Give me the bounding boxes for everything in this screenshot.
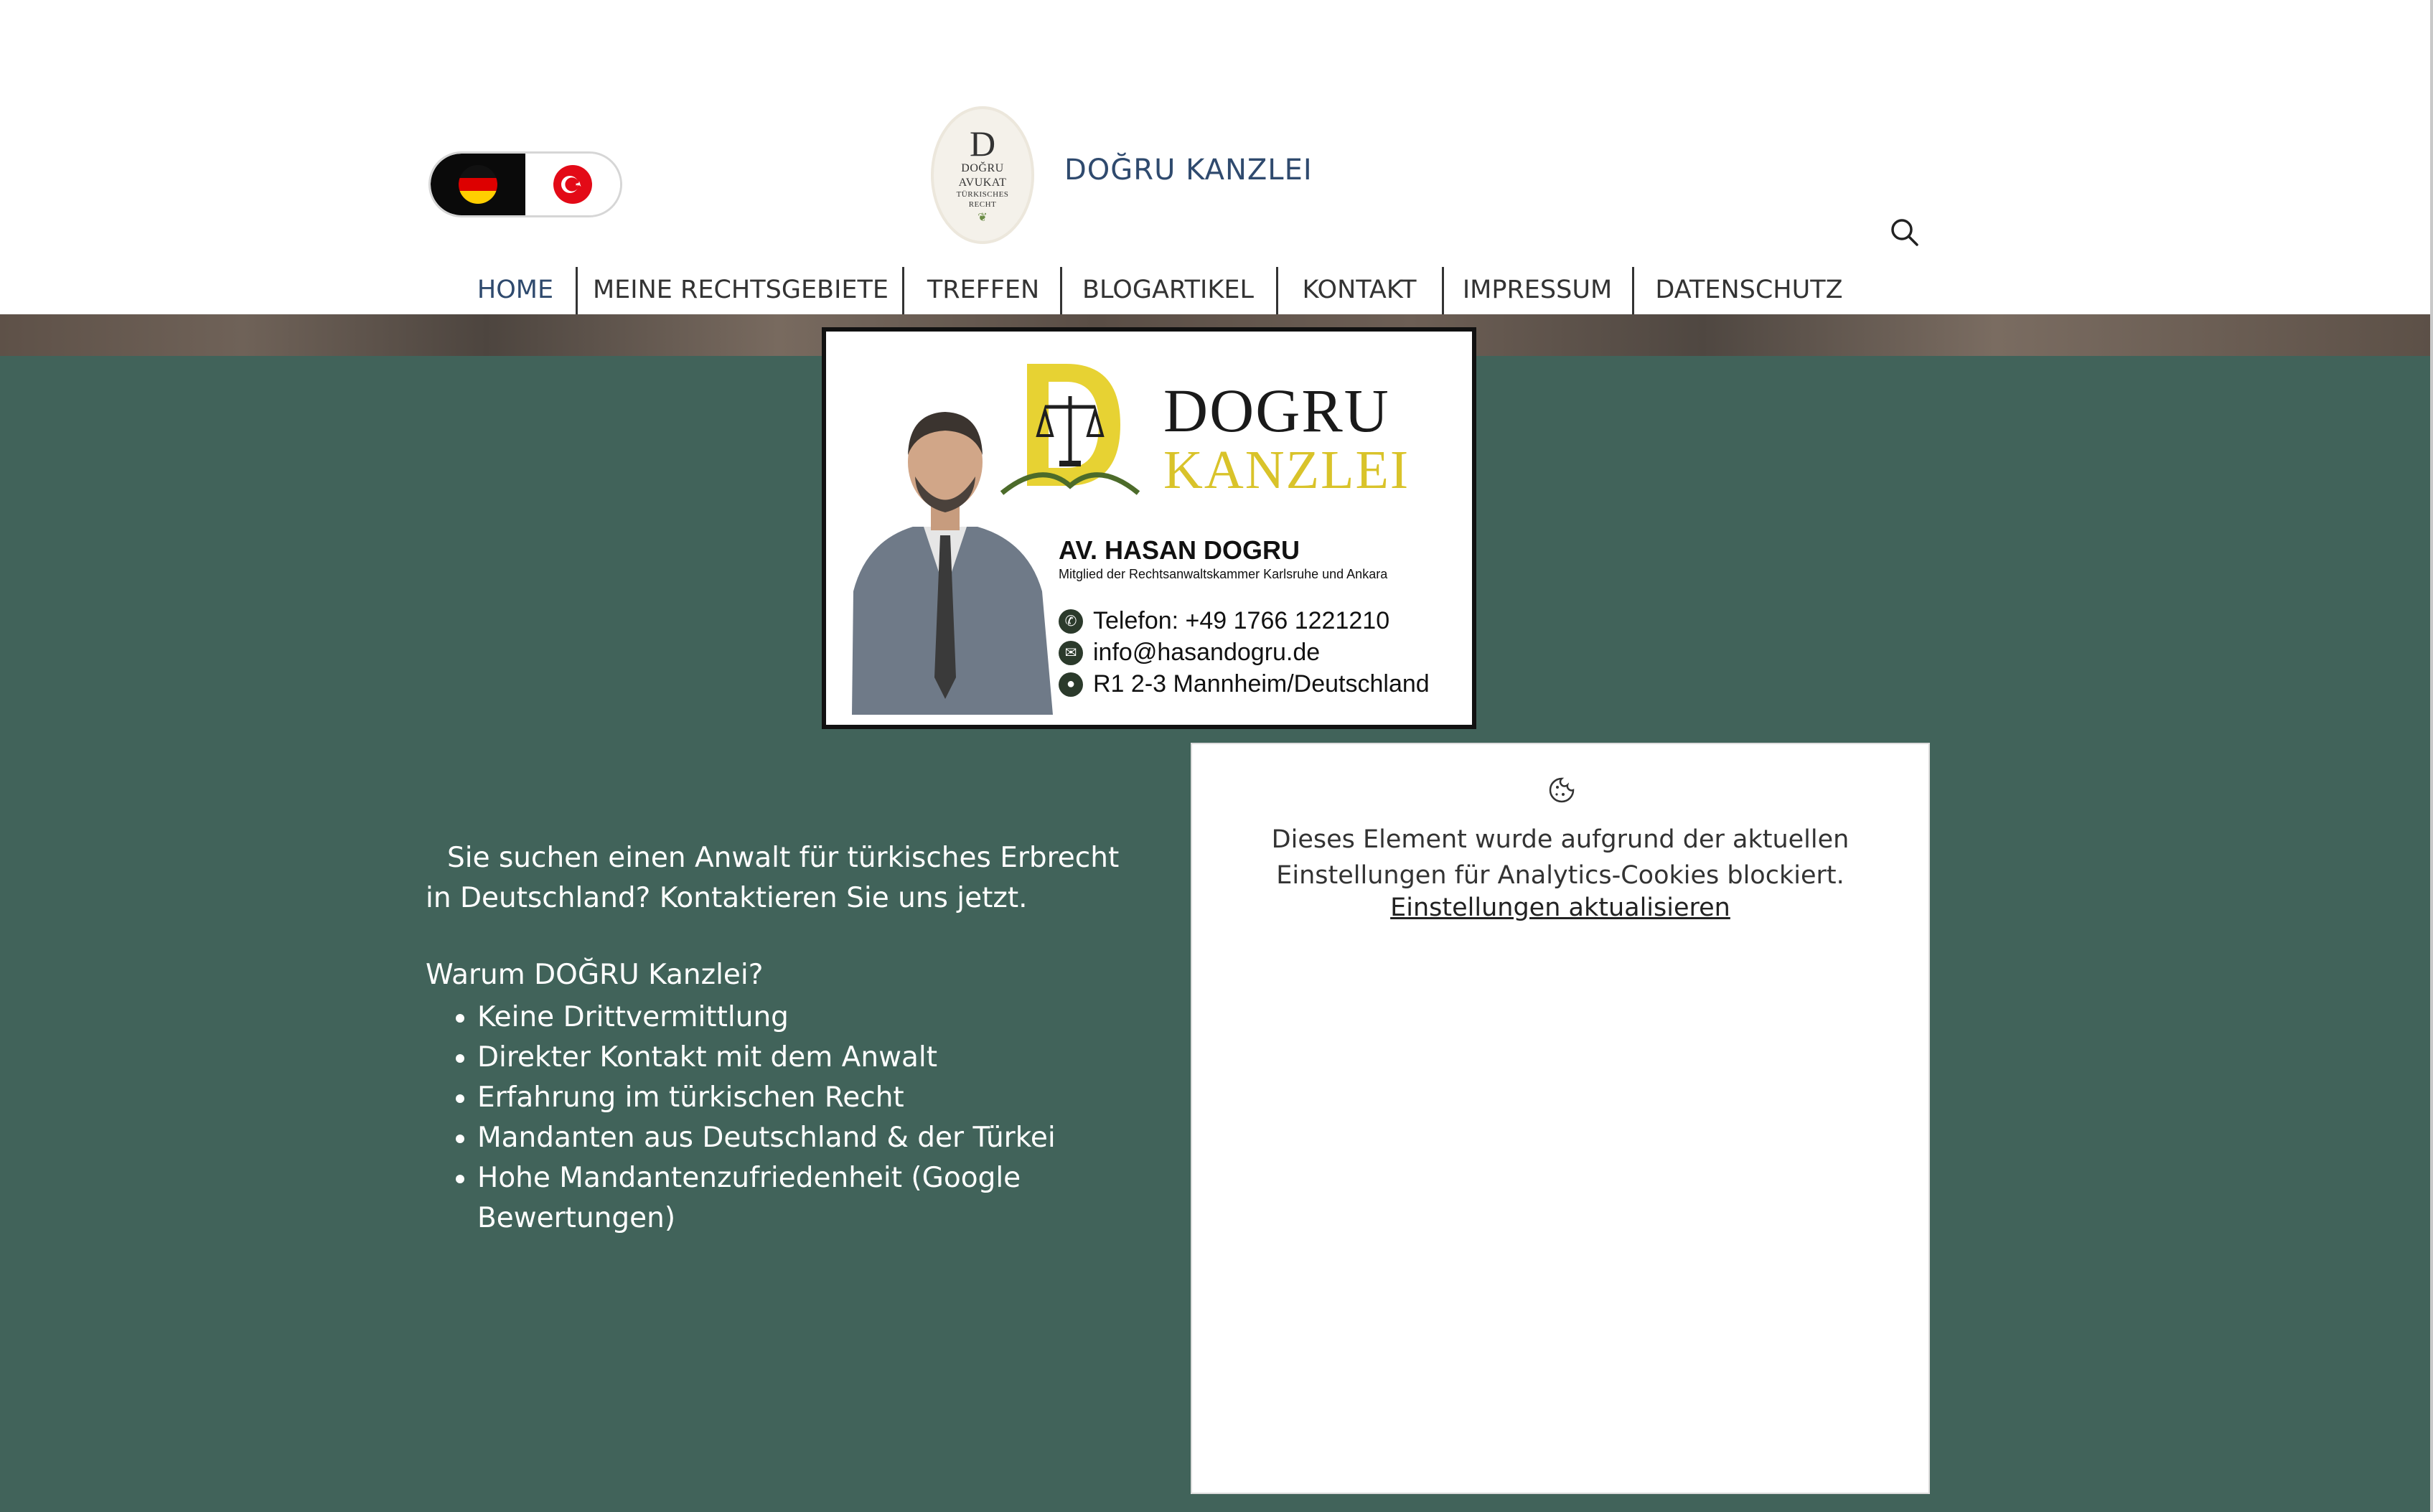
nav-divider — [1632, 267, 1634, 314]
card-lawyer-name: AV. HASAN DOGRU — [1059, 535, 1300, 565]
logo-line-4: RECHT — [968, 200, 997, 209]
nav-item-impressum[interactable]: IMPRESSUM — [1455, 266, 1620, 314]
nav-divider — [1442, 267, 1444, 314]
search-button[interactable] — [1888, 215, 1922, 250]
nav-item-rechtsgebiete[interactable]: MEINE RECHTSGEBIETE — [589, 266, 893, 314]
page-scrollbar[interactable] — [2430, 0, 2433, 1512]
intro-text-block: Sie suchen einen Anwalt für türkisches E… — [426, 838, 1129, 919]
nav-item-datenschutz[interactable]: DATENSCHUTZ — [1645, 266, 1853, 314]
nav-divider — [902, 267, 904, 314]
benefit-item: Mandanten aus Deutschland & der Türkei — [477, 1118, 1129, 1158]
blocked-embed-panel: Dieses Element wurde aufgrund der aktuel… — [1191, 743, 1930, 1494]
nav-item-home[interactable]: HOME — [468, 266, 563, 314]
site-logo[interactable]: D DOĞRU AVUKAT TÜRKISCHES RECHT ❦ — [931, 106, 1034, 244]
why-heading: Warum DOĞRU Kanzlei? — [426, 959, 764, 991]
language-switcher — [428, 151, 622, 217]
logo-letter: D — [969, 123, 996, 164]
business-card-image: DOGRU KANZLEI AV. HASAN DOGRU Mitglied d… — [822, 327, 1476, 729]
logo-line-1: DOĞRU — [961, 162, 1004, 175]
benefit-item: Hohe Mandantenzufriedenheit (Google Bewe… — [477, 1158, 1129, 1239]
scales-of-justice-icon — [1000, 364, 1140, 495]
card-brand-line2: KANZLEI — [1163, 440, 1410, 500]
card-email: ✉ info@hasandogru.de — [1059, 639, 1320, 667]
nav-divider — [1060, 267, 1062, 314]
site-title[interactable]: DOĞRU KANZLEI — [1064, 154, 1313, 187]
nav-item-blogartikel[interactable]: BLOGARTIKEL — [1073, 266, 1263, 314]
blocked-message-line1: Dieses Element wurde aufgrund der aktuel… — [1271, 825, 1850, 854]
flag-germany-icon — [459, 165, 497, 204]
card-subtitle: Mitglied der Rechtsanwaltskammer Karlsru… — [1059, 567, 1388, 581]
blocked-message: Dieses Element wurde aufgrund der aktuel… — [1192, 822, 1928, 893]
update-settings-link[interactable]: Einstellungen aktualisieren — [1192, 893, 1928, 922]
card-address-text: R1 2-3 Mannheim/Deutschland — [1093, 670, 1430, 698]
mail-icon: ✉ — [1059, 640, 1083, 665]
cookie-icon — [1549, 777, 1575, 803]
card-phone-text: Telefon: +49 1766 1221210 — [1093, 607, 1390, 634]
benefit-item: Keine Drittvermittlung — [477, 997, 1129, 1038]
search-icon — [1891, 219, 1918, 246]
logo-line-2: AVUKAT — [958, 177, 1007, 189]
site-header: D DOĞRU AVUKAT TÜRKISCHES RECHT ❦ DOĞRU … — [0, 0, 2433, 314]
card-brand-line1: DOGRU — [1163, 376, 1390, 445]
card-email-text: info@hasandogru.de — [1093, 639, 1321, 666]
intro-paragraph: Sie suchen einen Anwalt für türkisches E… — [426, 842, 1120, 914]
main-navigation: HOME MEINE RECHTSGEBIETE TREFFEN BLOGART… — [0, 266, 2433, 316]
nav-item-treffen[interactable]: TREFFEN — [915, 266, 1051, 314]
flag-turkey-icon — [553, 165, 592, 204]
blocked-message-line2: Einstellungen für Analytics-Cookies bloc… — [1276, 861, 1844, 890]
laurel-icon: ❦ — [978, 211, 988, 224]
benefits-list: Keine Drittvermittlung Direkter Kontakt … — [426, 997, 1129, 1239]
card-address: ● R1 2-3 Mannheim/Deutschland — [1059, 670, 1430, 698]
language-button-german[interactable] — [431, 154, 525, 215]
phone-icon: ✆ — [1059, 609, 1083, 634]
benefit-item: Direkter Kontakt mit dem Anwalt — [477, 1038, 1129, 1078]
benefit-item: Erfahrung im türkischen Recht — [477, 1078, 1129, 1118]
nav-divider — [1276, 267, 1278, 314]
nav-divider — [576, 267, 578, 314]
logo-line-3: TÜRKISCHES — [956, 190, 1009, 199]
card-phone: ✆ Telefon: +49 1766 1221210 — [1059, 607, 1389, 635]
nav-item-kontakt[interactable]: KONTAKT — [1289, 266, 1430, 314]
location-pin-icon: ● — [1059, 672, 1083, 697]
language-button-turkish[interactable] — [525, 154, 620, 215]
